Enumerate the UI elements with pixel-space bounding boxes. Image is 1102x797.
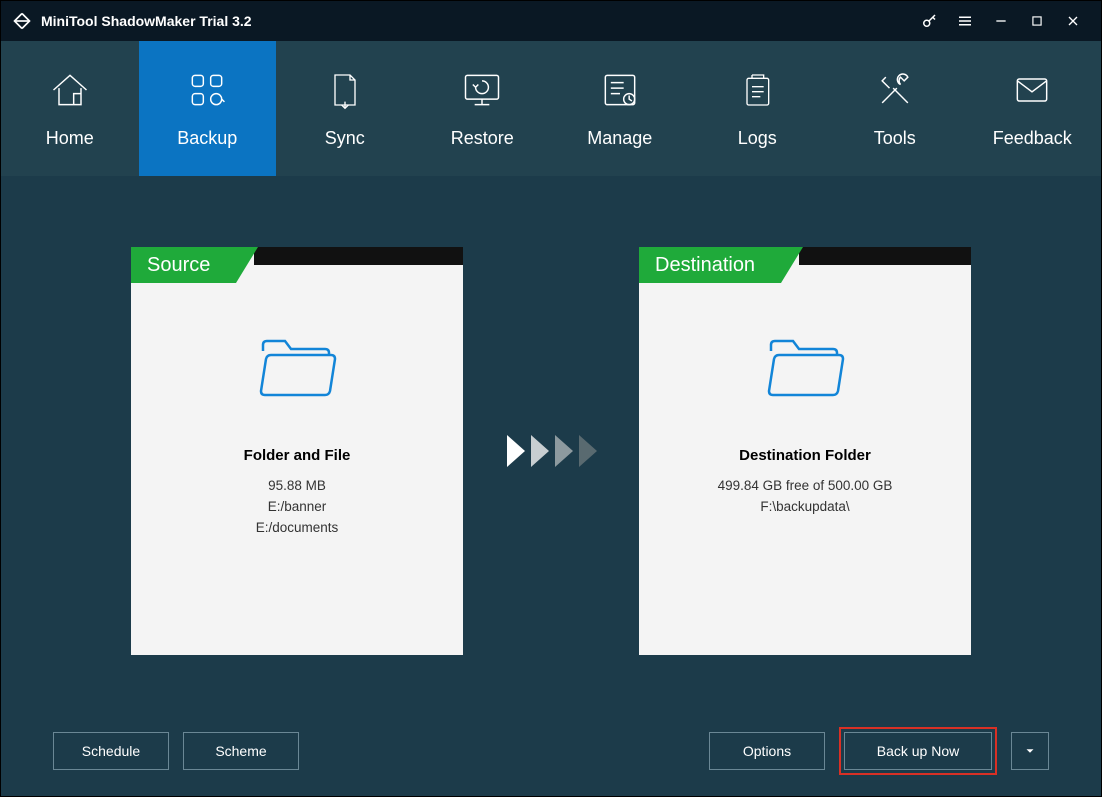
destination-card-header: Destination	[639, 247, 971, 283]
nav-sync-label: Sync	[325, 128, 365, 149]
options-button[interactable]: Options	[709, 732, 825, 770]
scheme-button[interactable]: Scheme	[183, 732, 299, 770]
source-card-body: Folder and File 95.88 MB E:/banner E:/do…	[131, 283, 463, 655]
minimize-button[interactable]	[983, 1, 1019, 41]
nav-restore-label: Restore	[451, 128, 514, 149]
close-button[interactable]	[1055, 1, 1091, 41]
folder-icon	[257, 335, 337, 399]
source-card[interactable]: Source Folder and File 95.88 MB E:/banne…	[131, 247, 463, 655]
titlebar: MiniTool ShadowMaker Trial 3.2	[1, 1, 1101, 41]
app-window: MiniTool ShadowMaker Trial 3.2 Home	[0, 0, 1102, 797]
destination-tab-label: Destination	[639, 247, 781, 283]
menu-icon[interactable]	[947, 1, 983, 41]
destination-card-body: Destination Folder 499.84 GB free of 500…	[639, 283, 971, 655]
manage-icon	[598, 68, 642, 112]
main-nav: Home Backup Sync Restore Manage	[1, 41, 1101, 176]
source-tab-label: Source	[131, 247, 236, 283]
app-title: MiniTool ShadowMaker Trial 3.2	[41, 13, 252, 29]
nav-logs[interactable]: Logs	[689, 41, 827, 176]
source-path-1: E:/banner	[268, 499, 327, 514]
logs-icon	[735, 68, 779, 112]
destination-path: F:\backupdata\	[760, 499, 849, 514]
folder-icon	[765, 335, 845, 399]
source-title: Folder and File	[244, 447, 351, 464]
feedback-icon	[1010, 68, 1054, 112]
nav-sync[interactable]: Sync	[276, 41, 414, 176]
sync-icon	[323, 68, 367, 112]
nav-backup-label: Backup	[177, 128, 237, 149]
source-card-header: Source	[131, 247, 463, 283]
key-icon[interactable]	[911, 1, 947, 41]
destination-title: Destination Folder	[739, 447, 871, 464]
nav-feedback-label: Feedback	[993, 128, 1072, 149]
tools-icon	[873, 68, 917, 112]
nav-logs-label: Logs	[738, 128, 777, 149]
main-area: Source Folder and File 95.88 MB E:/banne…	[1, 176, 1101, 706]
backup-now-dropdown[interactable]	[1011, 732, 1049, 770]
schedule-button[interactable]: Schedule	[53, 732, 169, 770]
destination-card[interactable]: Destination Destination Folder 499.84 GB…	[639, 247, 971, 655]
nav-restore[interactable]: Restore	[414, 41, 552, 176]
nav-home[interactable]: Home	[1, 41, 139, 176]
destination-free: 499.84 GB free of 500.00 GB	[718, 478, 893, 493]
chevron-down-icon	[1023, 744, 1037, 758]
nav-feedback[interactable]: Feedback	[964, 41, 1102, 176]
nav-manage-label: Manage	[587, 128, 652, 149]
backup-icon	[185, 68, 229, 112]
nav-home-label: Home	[46, 128, 94, 149]
maximize-button[interactable]	[1019, 1, 1055, 41]
backup-now-highlight: Back up Now	[839, 727, 997, 775]
nav-manage[interactable]: Manage	[551, 41, 689, 176]
nav-tools-label: Tools	[874, 128, 916, 149]
bottom-bar: Schedule Scheme Options Back up Now	[1, 706, 1101, 796]
source-size: 95.88 MB	[268, 478, 326, 493]
nav-backup[interactable]: Backup	[139, 41, 277, 176]
arrow-icon	[503, 427, 599, 475]
nav-tools[interactable]: Tools	[826, 41, 964, 176]
backup-now-button[interactable]: Back up Now	[844, 732, 992, 770]
home-icon	[48, 68, 92, 112]
app-logo-icon	[11, 10, 33, 32]
source-path-2: E:/documents	[256, 520, 339, 535]
restore-icon	[460, 68, 504, 112]
